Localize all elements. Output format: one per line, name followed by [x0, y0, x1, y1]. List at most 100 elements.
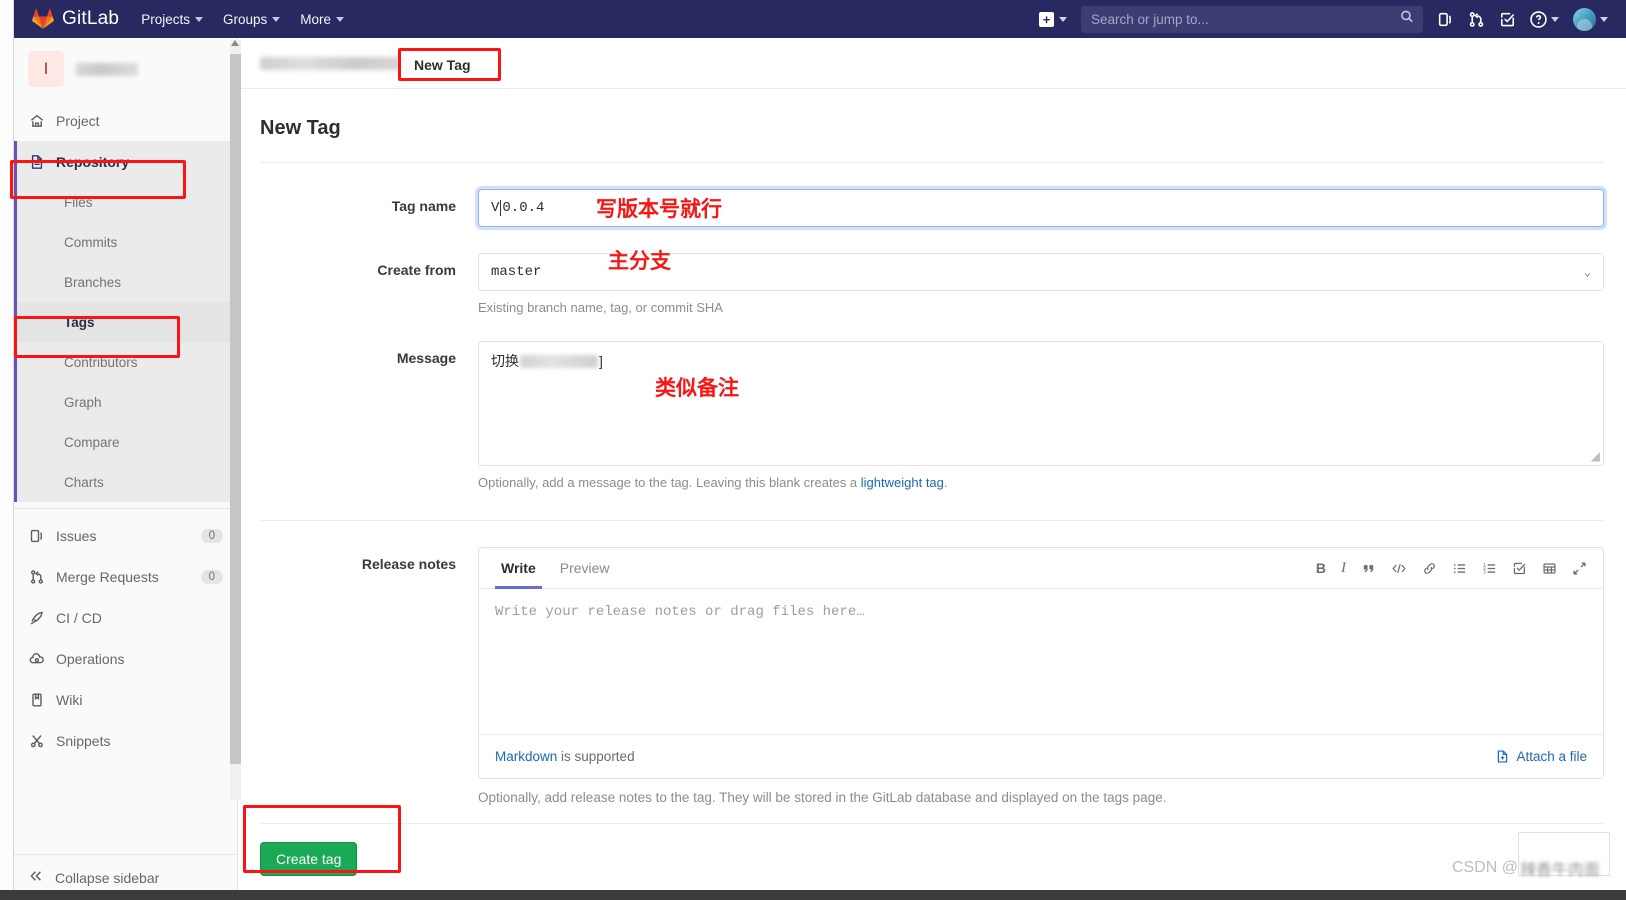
issues-icon	[28, 528, 45, 544]
annotation-message-note: 类似备注	[655, 376, 739, 400]
sidebar-item-repository[interactable]: Repository	[14, 141, 237, 182]
watermark-prefix: CSDN @	[1451, 859, 1518, 876]
issues-count-badge: 0	[200, 528, 223, 543]
markdown-editor: Write Preview B I 1 2 3 Write your relea…	[478, 547, 1604, 779]
release-notes-label: Release notes	[361, 556, 456, 572]
user-menu-button[interactable]	[1573, 7, 1608, 31]
project-name-redacted	[76, 62, 138, 76]
breadcrumb-project-path-redacted[interactable]	[260, 56, 408, 70]
project-avatar: I	[28, 51, 64, 87]
create-from-row: Create from master ⌄ Existing branch nam…	[260, 253, 1604, 315]
sidebar-item-issues[interactable]: Issues 0	[14, 515, 237, 556]
sidebar-item-wiki[interactable]: Wiki	[14, 679, 237, 720]
italic-icon[interactable]: I	[1341, 560, 1346, 577]
plus-icon: +	[1039, 11, 1054, 27]
code-icon[interactable]	[1391, 561, 1407, 576]
bullet-list-icon[interactable]	[1452, 561, 1467, 576]
book-icon	[28, 692, 45, 708]
browser-left-edge	[0, 0, 14, 900]
attach-a-file-button[interactable]: Attach a file	[1495, 749, 1587, 764]
page-title: New Tag	[260, 117, 341, 139]
sidebar-project-header[interactable]: I	[14, 38, 237, 100]
issues-icon[interactable]	[1437, 11, 1454, 28]
scrollbar-thumb[interactable]	[230, 54, 241, 764]
message-hint-after: .	[943, 475, 948, 490]
sidebar-item-project[interactable]: Project	[14, 100, 237, 141]
nav-menu-groups-label: Groups	[222, 11, 268, 27]
document-icon	[28, 154, 45, 170]
numbered-list-icon[interactable]: 1 2 3	[1482, 561, 1497, 576]
sidebar-item-cicd-label: CI / CD	[56, 609, 102, 626]
help-menu-button[interactable]	[1530, 10, 1559, 28]
cloud-gear-icon	[28, 651, 45, 667]
tag-name-row: Tag name V 0.0.4	[260, 189, 1604, 227]
double-chevron-left-icon	[28, 868, 44, 887]
nav-menu-projects-label: Projects	[141, 11, 190, 27]
navbar-menus: Projects Groups More	[141, 11, 345, 27]
message-value-suffix: ]	[599, 353, 603, 369]
attachment-icon	[1498, 750, 1508, 763]
sidebar-item-cicd[interactable]: CI / CD	[14, 597, 237, 638]
sidebar-item-compare[interactable]: Compare	[14, 422, 237, 462]
markdown-support-suffix: is supported	[557, 749, 635, 764]
message-value-prefix: 切换	[491, 353, 519, 369]
release-notes-hint: Optionally, add release notes to the tag…	[478, 790, 1167, 805]
message-value-redacted	[520, 354, 598, 368]
nav-menu-more[interactable]: More	[300, 12, 345, 27]
text-cursor	[500, 200, 502, 216]
tab-write[interactable]: Write	[495, 548, 542, 589]
quote-icon[interactable]	[1361, 561, 1376, 576]
sidebar-item-charts[interactable]: Charts	[14, 462, 237, 502]
sidebar-item-files[interactable]: Files	[14, 182, 237, 222]
nav-menu-projects[interactable]: Projects	[141, 12, 203, 27]
sidebar-item-merge-requests-label: Merge Requests	[56, 568, 159, 585]
sidebar-item-branches[interactable]: Branches	[14, 262, 237, 302]
resize-handle-icon[interactable]: ◢	[1591, 449, 1600, 463]
sidebar-item-graph[interactable]: Graph	[14, 382, 237, 422]
new-dropdown-button[interactable]: +	[1039, 11, 1067, 27]
merge-requests-icon[interactable]	[1468, 11, 1485, 28]
todos-icon[interactable]	[1499, 11, 1516, 28]
title-divider	[260, 162, 1604, 163]
sidebar-item-merge-requests[interactable]: Merge Requests 0	[14, 556, 237, 597]
tab-preview[interactable]: Preview	[554, 548, 616, 589]
sidebar-item-contributors[interactable]: Contributors	[14, 342, 237, 382]
sidebar-item-repository-label: Repository	[56, 153, 130, 170]
message-hint: Optionally, add a message to the tag. Le…	[478, 475, 1604, 490]
gitlab-logo-link[interactable]: GitLab	[32, 8, 119, 30]
global-search-input[interactable]: Search or jump to...	[1081, 5, 1423, 33]
sidebar-scrollbar[interactable]	[230, 40, 241, 800]
release-notes-textarea[interactable]: Write your release notes or drag files h…	[479, 589, 1603, 734]
create-tag-button[interactable]: Create tag	[260, 842, 358, 876]
project-sidebar: I Project Repository Files Commits Branc…	[14, 38, 238, 900]
search-icon	[1400, 10, 1414, 29]
markdown-link[interactable]: Markdown	[495, 749, 557, 764]
sidebar-item-commits[interactable]: Commits	[14, 222, 237, 262]
sidebar-item-issues-label: Issues	[56, 527, 97, 544]
sidebar-item-snippets[interactable]: Snippets	[14, 720, 237, 761]
link-icon[interactable]	[1422, 561, 1437, 576]
message-textarea[interactable]: 切换 ] ◢	[478, 341, 1604, 466]
rocket-icon	[28, 610, 45, 626]
bold-icon[interactable]: B	[1316, 560, 1326, 576]
table-icon[interactable]	[1542, 561, 1557, 576]
watermark: CSDN @ 辣香牛肉面	[1452, 856, 1600, 880]
sidebar-item-operations[interactable]: Operations	[14, 638, 237, 679]
sidebar-item-tags[interactable]: Tags	[14, 302, 237, 342]
editor-tabs: Write Preview B I 1 2 3	[479, 548, 1603, 589]
release-notes-row: Release notes Write Preview B I 1 2 3 Wr…	[260, 547, 1604, 805]
create-from-value: master	[491, 264, 542, 280]
task-list-icon[interactable]	[1512, 561, 1527, 576]
fullscreen-icon[interactable]	[1572, 561, 1587, 576]
top-navbar: GitLab Projects Groups More + Search or …	[14, 0, 1626, 38]
annotation-create-from-note: 主分支	[608, 249, 671, 273]
chevron-down-icon	[1600, 16, 1608, 22]
nav-menu-groups[interactable]: Groups	[222, 11, 281, 27]
markdown-toolbar: B I 1 2 3	[1316, 560, 1587, 577]
scroll-up-arrow-icon[interactable]	[231, 40, 239, 46]
sidebar-divider	[14, 508, 237, 509]
lightweight-tag-link[interactable]: lightweight tag	[861, 475, 944, 490]
new-tag-form: Tag name V 0.0.4 Create from master ⌄ Ex…	[238, 189, 1626, 824]
chevron-down-icon	[1551, 16, 1559, 22]
search-placeholder: Search or jump to...	[1091, 11, 1209, 27]
